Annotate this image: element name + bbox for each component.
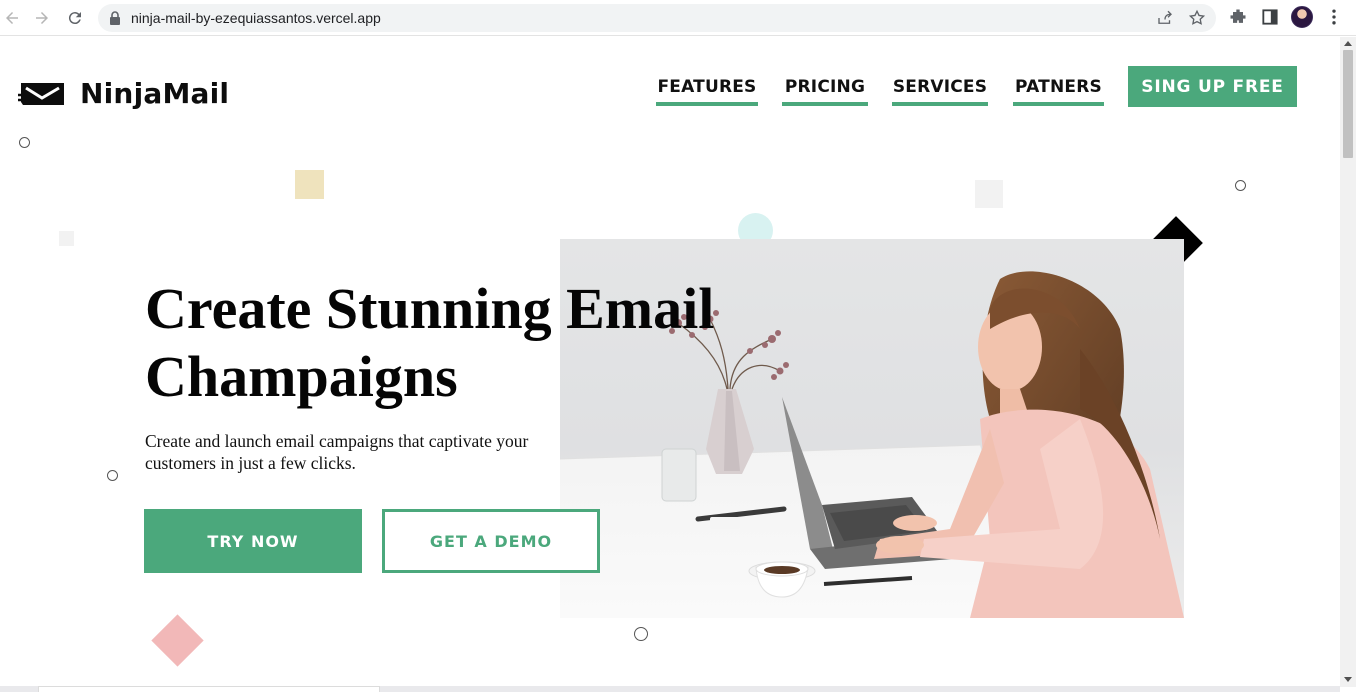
star-icon[interactable] [1188, 9, 1206, 27]
address-bar[interactable]: ninja-mail-by-ezequiassantos.vercel.app [98, 4, 1216, 32]
bottom-panel-edge [38, 686, 380, 692]
browser-toolbar: ninja-mail-by-ezequiassantos.vercel.app [0, 0, 1356, 36]
back-arrow-icon [6, 12, 18, 24]
url-text: ninja-mail-by-ezequiassantos.vercel.app [131, 10, 381, 26]
deco-square-beige [295, 170, 324, 199]
scroll-thumb[interactable] [1343, 50, 1353, 158]
hero-title: Create Stunning Email Champaigns [145, 275, 765, 411]
nav-features[interactable]: FEATURES [656, 75, 758, 106]
deco-ring [19, 137, 30, 148]
deco-square-gray [975, 180, 1003, 208]
scroll-down-icon[interactable] [1344, 677, 1352, 682]
try-now-button[interactable]: TRY NOW [144, 509, 362, 573]
back-button[interactable] [0, 6, 24, 30]
hero-title-line1: Create Stunning Email [145, 276, 715, 341]
reload-icon [68, 12, 81, 25]
lock-icon [110, 11, 120, 25]
site-logo[interactable]: NinjaMail [18, 77, 229, 110]
hero-subtitle: Create and launch email campaigns that c… [145, 431, 529, 473]
ninja-logo-icon [18, 82, 64, 105]
logo-text: NinjaMail [80, 77, 230, 110]
profile-avatar[interactable] [1291, 6, 1313, 28]
reload-button[interactable] [63, 6, 87, 30]
webpage: NinjaMail FEATURES PRICING SERVICES PATN… [0, 37, 1340, 687]
scroll-up-icon[interactable] [1344, 41, 1352, 46]
extensions-icon[interactable] [1228, 7, 1248, 27]
deco-ring [107, 470, 118, 481]
deco-square-gray [59, 231, 74, 246]
side-panel-icon[interactable] [1260, 7, 1280, 27]
sign-up-free-button[interactable]: SING UP FREE [1128, 66, 1297, 107]
forward-arrow-icon [36, 12, 48, 24]
nav-patners[interactable]: PATNERS [1013, 75, 1104, 106]
nav-services[interactable]: SERVICES [892, 75, 988, 106]
more-vert-icon[interactable] [1324, 7, 1344, 27]
page-scrollbar[interactable] [1340, 37, 1356, 687]
forward-button[interactable] [30, 6, 54, 30]
share-icon[interactable] [1156, 9, 1174, 27]
nav-pricing[interactable]: PRICING [782, 75, 868, 106]
get-demo-button[interactable]: GET A DEMO [382, 509, 600, 573]
deco-diamond-pink [151, 614, 204, 667]
hero-title-line2: Champaigns [145, 344, 458, 409]
deco-ring [1235, 180, 1246, 191]
deco-ring [634, 627, 648, 641]
